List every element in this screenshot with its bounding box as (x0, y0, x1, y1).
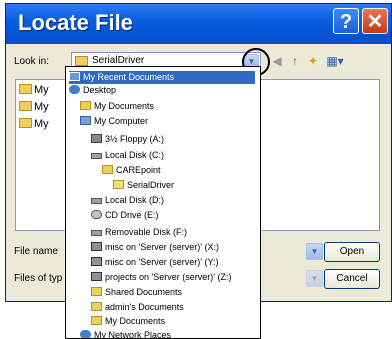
dropdown-item-serialdriver[interactable]: SerialDriver (113, 179, 174, 192)
list-item[interactable]: My (19, 118, 49, 130)
file-name-dropdown[interactable]: ▼ (306, 243, 323, 260)
dropdown-item-local-disk-c[interactable]: Local Disk (C:) (91, 149, 164, 162)
dropdown-item-admins-documents[interactable]: admin's Documents (91, 301, 184, 314)
look-in-value: SerialDriver (92, 55, 145, 66)
recent-documents-icon (69, 72, 80, 81)
up-folder-icon[interactable]: ↑ (288, 54, 302, 68)
folder-icon (91, 287, 102, 296)
dropdown-item-misc-y[interactable]: misc on 'Server (server)' (Y:) (91, 256, 218, 269)
dropdown-item-desktop[interactable]: Desktop (69, 84, 116, 97)
network-drive-icon (91, 242, 102, 251)
back-icon[interactable]: ◀ (270, 54, 284, 68)
cd-drive-icon (91, 210, 102, 219)
dropdown-item-cd-drive[interactable]: CD Drive (E:) (91, 209, 159, 222)
dropdown-item-label: My Network Places (94, 330, 172, 339)
dropdown-item-network-places[interactable]: My Network Places (80, 329, 172, 339)
file-label: My (34, 84, 49, 96)
dropdown-item-label: Removable Disk (F:) (105, 227, 188, 237)
dropdown-item-local-disk-d[interactable]: Local Disk (D:) (91, 194, 164, 207)
disk-icon (91, 153, 102, 159)
folder-icon (91, 316, 102, 325)
dropdown-item-floppy[interactable]: 3½ Floppy (A:) (91, 133, 164, 146)
dropdown-item-label: misc on 'Server (server)' (X:) (105, 242, 219, 252)
help-button[interactable]: ? (333, 8, 359, 34)
dropdown-item-my-documents[interactable]: My Documents (80, 100, 154, 113)
close-button[interactable]: ✕ (362, 8, 388, 34)
look-in-dropdown-list[interactable]: My Recent Documents Desktop My Documents… (65, 66, 261, 339)
dropdown-item-label: CAREpoint (116, 165, 161, 175)
network-drive-icon (91, 272, 102, 281)
views-menu-icon[interactable]: ▦▾ (324, 54, 346, 68)
open-button[interactable]: Open (324, 242, 380, 262)
document-icon (19, 101, 32, 111)
dropdown-item-removable-disk[interactable]: Removable Disk (F:) (91, 226, 187, 239)
dropdown-item-label: SerialDriver (127, 180, 175, 190)
dropdown-item-label: Local Disk (C:) (105, 150, 165, 160)
file-type-dropdown[interactable]: ▼ (306, 270, 323, 287)
list-item[interactable]: My (19, 101, 49, 113)
folder-icon (75, 56, 88, 66)
dropdown-item-recent-documents[interactable]: My Recent Documents (69, 71, 255, 84)
file-label: My (34, 101, 49, 113)
dropdown-item-label: My Documents (105, 316, 166, 326)
dropdown-item-label: admin's Documents (105, 302, 184, 312)
dropdown-item-label: CD Drive (E:) (105, 210, 159, 220)
computer-icon (80, 116, 91, 125)
dropdown-item-misc-x[interactable]: misc on 'Server (server)' (X:) (91, 241, 219, 254)
dropdown-item-label: Shared Documents (105, 287, 183, 297)
dropdown-item-label: misc on 'Server (server)' (Y:) (105, 257, 219, 267)
disk-icon (91, 198, 102, 204)
folder-open-icon (113, 180, 124, 189)
dropdown-item-projects-z[interactable]: projects on 'Server (server)' (Z:) (91, 271, 231, 284)
dropdown-item-my-computer[interactable]: My Computer (80, 115, 148, 128)
folder-icon (19, 118, 32, 128)
dropdown-item-my-documents-2[interactable]: My Documents (91, 315, 165, 328)
desktop-icon (69, 85, 80, 94)
folder-icon (102, 165, 113, 174)
cancel-button[interactable]: Cancel (324, 269, 380, 289)
file-label: My (34, 118, 49, 130)
dropdown-item-label: projects on 'Server (server)' (Z:) (105, 272, 232, 282)
network-drive-icon (91, 257, 102, 266)
folder-icon (91, 302, 102, 311)
dropdown-item-label: 3½ Floppy (A:) (105, 134, 165, 144)
look-in-label: Look in: (14, 56, 50, 67)
dropdown-item-label: My Computer (94, 116, 149, 126)
dropdown-item-carepoint[interactable]: CAREpoint (102, 164, 161, 177)
dropdown-item-label: My Recent Documents (83, 72, 175, 82)
new-folder-icon[interactable]: ✦ (306, 54, 320, 68)
network-places-icon (80, 330, 91, 338)
dropdown-item-shared-documents[interactable]: Shared Documents (91, 286, 182, 299)
title-bar[interactable]: Locate File ? ✕ (6, 4, 391, 44)
removable-disk-icon (91, 230, 102, 236)
floppy-icon (91, 134, 102, 143)
files-of-type-label: Files of typ (14, 273, 63, 284)
folder-icon (80, 101, 91, 110)
document-icon (19, 84, 32, 94)
file-name-label: File name (14, 246, 58, 257)
window-title: Locate File (18, 10, 133, 35)
list-item[interactable]: My (19, 84, 49, 96)
dropdown-item-label: My Documents (94, 101, 155, 111)
dropdown-item-label: Local Disk (D:) (105, 195, 165, 205)
dropdown-item-label: Desktop (83, 85, 117, 95)
